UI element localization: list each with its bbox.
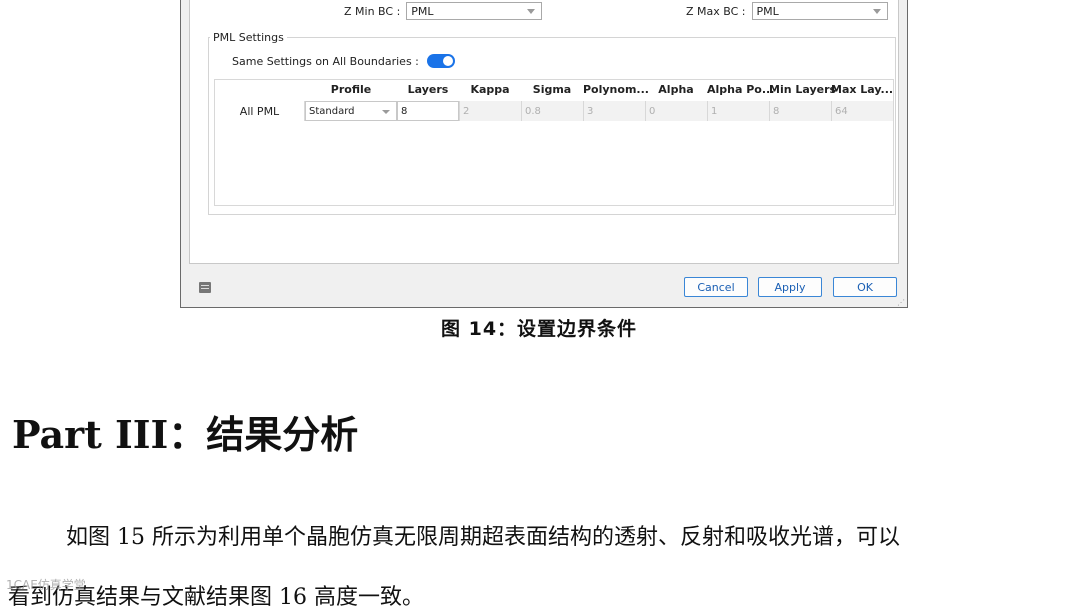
cancel-button[interactable]: Cancel xyxy=(684,277,748,297)
row-label-all-pml: All PML xyxy=(215,101,305,121)
table-row: All PML Standard 8 2 0.8 3 0 1 8 64 xyxy=(215,101,893,121)
same-settings-toggle[interactable] xyxy=(426,54,455,68)
resize-grip-icon[interactable]: ⋰ xyxy=(897,298,905,307)
same-settings-label: Same Settings on All Boundaries : xyxy=(232,54,419,68)
figure-caption: 图 14：设置边界条件 xyxy=(441,318,638,340)
pml-settings-title: PML Settings xyxy=(210,31,287,44)
z-min-bc-label: Z Min BC : xyxy=(344,4,401,18)
dialog-button-bar: Cancel Apply OK ⋰ xyxy=(181,264,907,307)
col-header-layers: Layers xyxy=(407,83,449,96)
kappa-cell: 2 xyxy=(459,101,521,121)
max-layers-cell: 64 xyxy=(831,101,893,121)
profile-value: Standard xyxy=(309,105,355,117)
col-header-profile: Profile xyxy=(330,83,372,96)
col-header-kappa: Kappa xyxy=(470,83,510,96)
z-min-bc-select[interactable]: PML xyxy=(406,2,543,20)
pml-table: Profile Layers Kappa Sigma Polynom... Al… xyxy=(214,79,894,206)
alpha-po-cell: 1 xyxy=(707,101,769,121)
paragraph-line-1: 如图 15 所示为利用单个晶胞仿真无限周期超表面结构的透射、反射和吸收光谱，可以 xyxy=(66,525,900,550)
book-icon[interactable] xyxy=(199,282,211,293)
col-header-max-layers: Max Lay... xyxy=(831,83,894,96)
alpha-cell: 0 xyxy=(645,101,707,121)
z-max-bc-value: PML xyxy=(756,4,779,18)
col-header-polynom: Polynom... xyxy=(583,83,649,96)
chevron-down-icon xyxy=(872,9,881,14)
col-header-alpha: Alpha xyxy=(658,83,694,96)
toggle-knob xyxy=(442,56,453,66)
chevron-down-icon xyxy=(382,110,390,114)
profile-select[interactable]: Standard xyxy=(305,101,397,121)
col-header-sigma: Sigma xyxy=(532,83,572,96)
layers-input[interactable]: 8 xyxy=(397,101,459,121)
z-max-bc-label: Z Max BC : xyxy=(686,4,746,18)
pml-table-header: Profile Layers Kappa Sigma Polynom... Al… xyxy=(215,80,893,100)
chevron-down-icon xyxy=(527,9,536,14)
z-max-bc-row: Z Max BC : PML xyxy=(686,1,888,21)
z-min-bc-row: Z Min BC : PML xyxy=(344,1,543,21)
col-header-alpha-po: Alpha Po... xyxy=(707,83,775,96)
z-max-bc-select[interactable]: PML xyxy=(751,2,888,20)
sigma-cell: 0.8 xyxy=(521,101,583,121)
apply-button[interactable]: Apply xyxy=(758,277,822,297)
min-layers-cell: 8 xyxy=(769,101,831,121)
polynom-cell: 3 xyxy=(583,101,645,121)
section-heading: Part III：结果分析 xyxy=(12,412,359,457)
dialog-content-panel: Z Min BC : PML Z Max BC : PML PML Settin… xyxy=(189,0,899,264)
col-header-min-layers: Min Layers xyxy=(769,83,837,96)
boundary-conditions-dialog: Z Min BC : PML Z Max BC : PML PML Settin… xyxy=(180,0,908,308)
same-settings-row: Same Settings on All Boundaries : xyxy=(232,54,455,68)
ok-button[interactable]: OK xyxy=(833,277,897,297)
watermark: 1CAE仿真学堂 xyxy=(6,578,86,592)
z-min-bc-value: PML xyxy=(411,4,434,18)
